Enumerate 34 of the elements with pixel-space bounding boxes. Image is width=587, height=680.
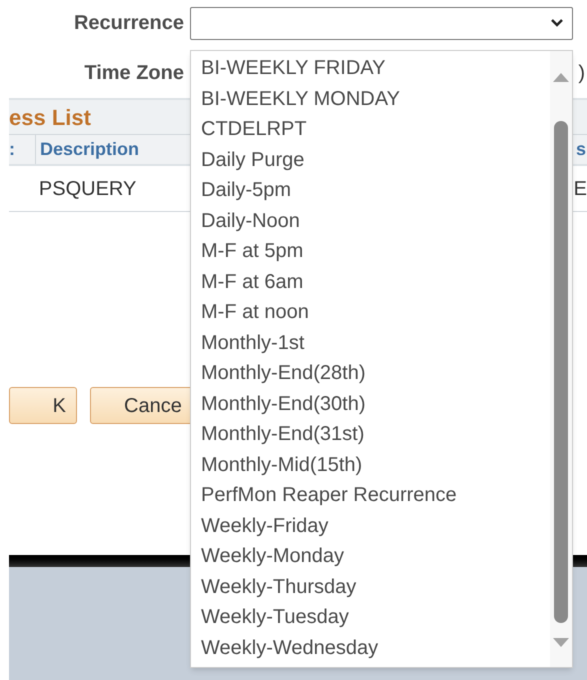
scroll-up-icon[interactable] <box>553 73 569 82</box>
scrollbar[interactable] <box>550 51 572 667</box>
dropdown-option[interactable]: Monthly-End(28th) <box>191 358 550 388</box>
dropdown-option[interactable]: BI-WEEKLY FRIDAY <box>191 53 550 84</box>
field-label: Recurrence <box>72 11 184 36</box>
dropdown-option[interactable]: PerfMon Reaper Recurrence <box>191 480 550 510</box>
dropdown-option[interactable]: Weekly-Wednesday <box>191 632 550 663</box>
dropdown-option[interactable]: Monthly-1st <box>191 328 550 358</box>
dropdown-option[interactable]: Monthly-Mid(15th) <box>191 450 550 480</box>
dropdown-option[interactable]: Daily-5pm <box>191 175 550 206</box>
recurrence-select[interactable] <box>190 6 573 40</box>
dropdown-option[interactable]: Weekly-Thursday <box>191 572 550 602</box>
dropdown-option[interactable]: M-F at 5pm <box>191 236 550 266</box>
field-value: ) <box>578 61 585 86</box>
table-cell: E <box>574 178 587 200</box>
table-cell: PSQUERY <box>38 178 136 200</box>
section-title: ess List <box>9 104 91 132</box>
scrollbar-thumb[interactable] <box>554 121 568 623</box>
dropdown-option[interactable]: Weekly-Monday <box>191 541 550 572</box>
dropdown-option[interactable]: Daily Purge <box>191 144 550 175</box>
button[interactable]: K <box>9 387 77 424</box>
dropdown-option[interactable]: M-F at 6am <box>191 266 550 297</box>
dropdown-option[interactable]: Weekly-Tuesday <box>191 602 550 632</box>
column-header: : <box>9 138 15 161</box>
dropdown-option[interactable]: CTDELRPT <box>191 114 550 144</box>
column-header: Description <box>40 138 140 161</box>
column-header: s <box>576 138 586 161</box>
dropdown-option[interactable]: M-F at noon <box>191 297 550 328</box>
scroll-down-icon[interactable] <box>553 638 569 647</box>
dropdown-option[interactable]: BI-WEEKLY MONDAY <box>191 84 550 114</box>
field-label: Time Zone <box>83 61 184 86</box>
dropdown-option[interactable]: Daily-Noon <box>191 206 550 236</box>
dropdown-option[interactable]: Weekly-Friday <box>191 510 550 541</box>
chevron-down-icon <box>550 18 564 28</box>
